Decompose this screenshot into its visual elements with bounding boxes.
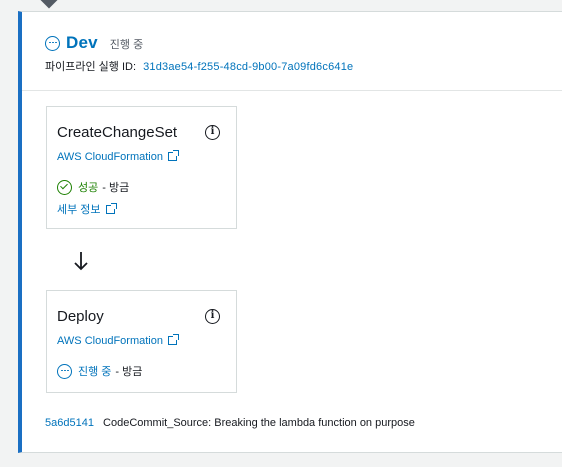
action-name: CreateChangeSet: [57, 124, 178, 141]
provider-link[interactable]: AWS CloudFormation: [57, 334, 179, 347]
action-card-createchangeset: CreateChangeSet i AWS CloudFormation 성공 …: [46, 106, 237, 229]
status-time: - 방금: [102, 182, 130, 194]
details-label: 세부 정보: [57, 204, 101, 216]
status-text: 성공: [78, 182, 99, 194]
stage-header: Dev 진행 중 파이프라인 실행 ID: 31d3ae54-f255-48cd…: [22, 12, 562, 91]
stage-title: Dev 진행 중: [45, 33, 143, 53]
commit-message: CodeCommit_Source: Breaking the lambda f…: [103, 417, 415, 429]
provider-link[interactable]: AWS CloudFormation: [57, 150, 179, 163]
stage-panel: Dev 진행 중 파이프라인 실행 ID: 31d3ae54-f255-48cd…: [18, 11, 562, 453]
provider-label: AWS CloudFormation: [57, 151, 163, 163]
action-status: 진행 중 - 방금: [57, 363, 142, 379]
arrow-down-icon: [74, 252, 88, 271]
action-name: Deploy: [57, 308, 104, 325]
details-link[interactable]: 세부 정보: [57, 201, 117, 217]
in-progress-icon: [57, 363, 72, 379]
source-commit-row: 5a6d5141 CodeCommit_Source: Breaking the…: [45, 417, 415, 429]
info-icon[interactable]: i: [205, 125, 220, 140]
action-status: 성공 - 방금: [57, 179, 129, 195]
provider-label: AWS CloudFormation: [57, 335, 163, 347]
execution-id-row: 파이프라인 실행 ID: 31d3ae54-f255-48cd-9b00-7a0…: [45, 58, 353, 74]
stage-name: Dev: [66, 33, 98, 52]
status-text: 진행 중: [78, 366, 112, 378]
execution-id-label: 파이프라인 실행 ID:: [45, 61, 137, 73]
external-link-icon: [167, 334, 179, 345]
info-icon[interactable]: i: [205, 309, 220, 324]
in-progress-icon: [45, 35, 60, 51]
success-check-icon: [57, 179, 72, 195]
stage-status: 진행 중: [109, 39, 144, 51]
external-link-icon: [105, 203, 117, 214]
stage-connector-notch: [40, 0, 58, 9]
commit-id-link[interactable]: 5a6d5141: [45, 417, 94, 429]
execution-id-link[interactable]: 31d3ae54-f255-48cd-9b00-7a09fd6c641e: [143, 61, 353, 73]
external-link-icon: [167, 150, 179, 161]
action-card-deploy: Deploy i AWS CloudFormation 진행 중 - 방금: [46, 290, 237, 393]
status-time: - 방금: [115, 366, 143, 378]
